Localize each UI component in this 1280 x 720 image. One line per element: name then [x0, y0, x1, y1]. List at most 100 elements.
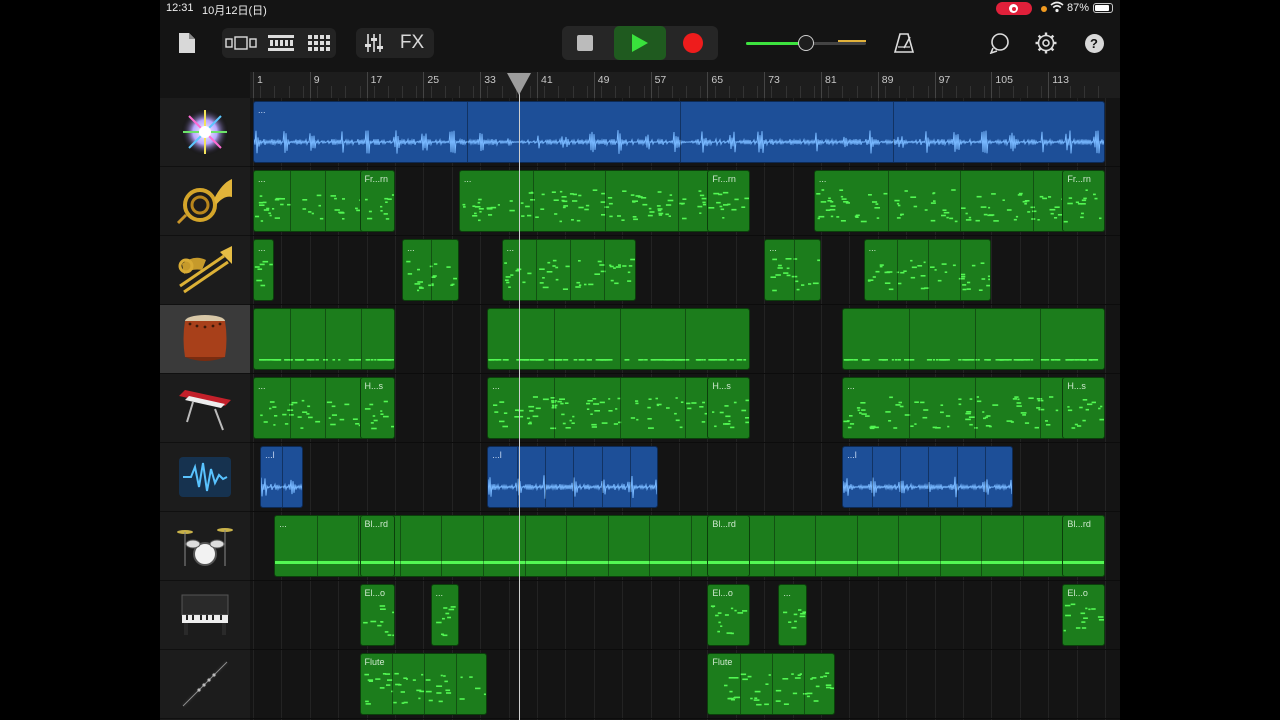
ruler-subtick	[785, 86, 787, 98]
ruler-tick	[253, 72, 254, 98]
region-divider	[566, 516, 568, 576]
ruler-bar-label: 25	[427, 74, 440, 86]
help-button[interactable]: ?	[1078, 28, 1110, 58]
track-lane[interactable]: Flute Flute	[250, 650, 1120, 719]
region-divider	[896, 240, 898, 300]
region-label: Fr...rn	[364, 174, 389, 184]
track-header-flute[interactable]	[160, 650, 250, 719]
play-button[interactable]	[614, 26, 666, 60]
stop-button[interactable]	[562, 28, 608, 58]
region[interactable]: ...	[501, 239, 637, 301]
region[interactable]: Fr...rn	[1062, 170, 1105, 232]
region[interactable]: H...s	[1062, 377, 1105, 439]
region[interactable]: El...o	[707, 584, 750, 646]
region[interactable]: Flute	[359, 653, 488, 715]
ruler-subtick	[1041, 86, 1043, 98]
track-header-fx[interactable]	[160, 98, 250, 167]
trombone-icon	[178, 246, 232, 294]
browser-icon[interactable]	[224, 28, 258, 58]
ruler-subtick	[572, 86, 574, 98]
region[interactable]: Bl...rd	[707, 515, 750, 577]
tracks-view-icon[interactable]	[264, 28, 298, 58]
sparkle-burst-icon	[181, 108, 229, 156]
region[interactable]: ...	[253, 101, 1105, 163]
screen-recording-indicator[interactable]	[996, 2, 1032, 15]
sliders-icon[interactable]	[358, 28, 390, 58]
region[interactable]: ...	[778, 584, 807, 646]
ruler-bar-label: 73	[768, 74, 780, 86]
ruler-subtick	[728, 86, 730, 98]
region[interactable]: ...	[813, 170, 1105, 232]
track-header-french-horn[interactable]	[160, 167, 250, 236]
region[interactable]: ...	[430, 584, 459, 646]
region[interactable]	[842, 308, 1105, 370]
region[interactable]: ...	[253, 239, 275, 301]
wifi-icon	[1050, 1, 1064, 16]
region[interactable]: El...o	[359, 584, 395, 646]
region[interactable]: Fr...rn	[707, 170, 750, 232]
track-lane[interactable]: ... Bl...rd Bl...rd Bl...rd	[250, 512, 1120, 581]
grid-view-icon[interactable]	[302, 28, 336, 58]
ruler-tick	[1048, 72, 1050, 98]
playhead[interactable]	[519, 74, 521, 720]
region-label: ...	[868, 243, 877, 253]
volume-fill	[746, 42, 806, 45]
track-lane[interactable]	[250, 305, 1120, 374]
region[interactable]: Flute	[707, 653, 836, 715]
loop-icon[interactable]	[984, 28, 1016, 58]
track-lane[interactable]: ...l ...l ...l	[250, 443, 1120, 512]
track-lane[interactable]: El...o... El...o... El...o	[250, 581, 1120, 650]
region[interactable]: H...s	[707, 377, 750, 439]
ruler-subtick	[260, 86, 262, 98]
volume-knob[interactable]	[798, 35, 814, 51]
region[interactable]: El...o	[1062, 584, 1105, 646]
track-lane[interactable]: ...	[250, 98, 1120, 167]
timeline-ruler[interactable]: + 191725334149576573818997105113	[250, 72, 1120, 99]
track-lane[interactable]: ... Fr...rn... Fr...rn... Fr...rn	[250, 167, 1120, 236]
track-lane[interactable]: ... H...s... H...s... H...s	[250, 374, 1120, 443]
fx-button[interactable]: FX	[394, 28, 430, 58]
track-lane[interactable]: ...............	[250, 236, 1120, 305]
region[interactable]: ...l	[487, 446, 658, 508]
track-header-brass[interactable]	[160, 236, 250, 305]
privacy-dot-icon	[1041, 6, 1047, 12]
region[interactable]: ...	[764, 239, 821, 301]
ruler-subtick	[1097, 86, 1099, 98]
playhead-handle[interactable]	[507, 73, 532, 95]
region[interactable]	[487, 308, 750, 370]
gear-icon[interactable]	[1030, 28, 1062, 58]
metronome-icon[interactable]	[888, 28, 920, 58]
record-button[interactable]	[670, 28, 716, 58]
ruler-bar-label: 81	[825, 74, 837, 86]
master-volume-slider[interactable]	[746, 35, 866, 51]
region[interactable]	[253, 308, 395, 370]
region-divider	[887, 171, 889, 231]
region[interactable]: ...l	[842, 446, 1013, 508]
ruler-subtick	[771, 86, 773, 98]
region-divider	[316, 516, 318, 576]
region-divider	[939, 516, 941, 576]
track-header-audio-recorder[interactable]	[160, 443, 250, 512]
document-icon[interactable]	[174, 28, 200, 58]
tracks-area[interactable]: ...... Fr...rn... Fr...rn... Fr...rn.......…	[250, 98, 1120, 720]
region[interactable]: ...	[863, 239, 992, 301]
region[interactable]: ...	[274, 515, 1105, 577]
region-divider	[289, 309, 291, 369]
region[interactable]: Fr...rn	[359, 170, 395, 232]
region[interactable]: ...	[458, 170, 750, 232]
region-label: ...	[435, 588, 444, 598]
track-header-drums[interactable]	[160, 512, 250, 581]
ruler-subtick	[927, 86, 929, 98]
region[interactable]: ...l	[260, 446, 303, 508]
region[interactable]: H...s	[359, 377, 395, 439]
region-divider	[981, 516, 983, 576]
synth-keyboard-icon	[179, 390, 231, 431]
region-divider	[524, 516, 526, 576]
track-header-electric-piano[interactable]	[160, 581, 250, 650]
track-header-synth[interactable]	[160, 374, 250, 443]
ruler-subtick	[487, 86, 489, 98]
track-header-taiko[interactable]	[160, 305, 250, 374]
region[interactable]: Bl...rd	[359, 515, 395, 577]
region[interactable]: ...	[402, 239, 459, 301]
region[interactable]: Bl...rd	[1062, 515, 1105, 577]
